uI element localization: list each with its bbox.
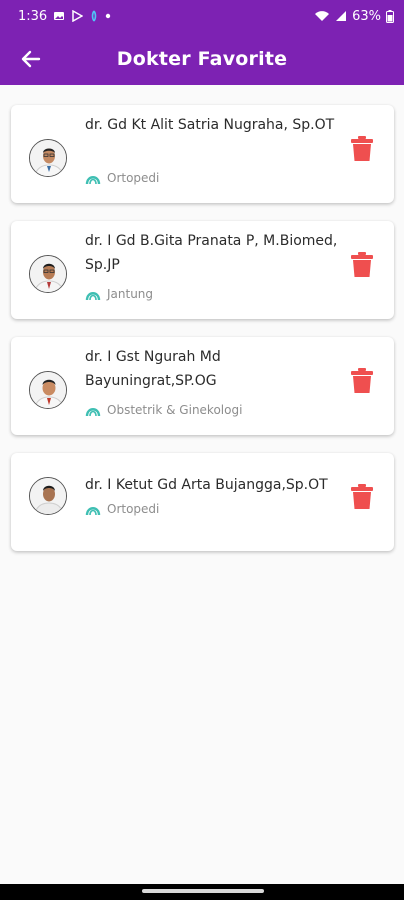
doctor-card[interactable]: dr. I Gst Ngurah Md Bayuningrat,SP.OG Ob… [11, 337, 394, 435]
doctor-specialty: Ortopedi [85, 171, 159, 185]
app-notification-icon [89, 10, 99, 22]
delete-favorite-button[interactable] [348, 483, 376, 511]
more-notifications-dot-icon [105, 13, 111, 19]
specialty-label: Obstetrik & Ginekologi [107, 403, 243, 417]
doctor-avatar [29, 139, 67, 177]
doctor-specialty: Jantung [85, 287, 153, 301]
trash-icon [351, 484, 373, 509]
battery-percent: 63% [352, 8, 381, 24]
delete-favorite-button[interactable] [348, 251, 376, 279]
page-title: Dokter Favorite [116, 47, 288, 70]
stethoscope-icon [85, 292, 101, 301]
arrow-left-icon [21, 50, 41, 68]
stethoscope-icon [85, 408, 101, 417]
gallery-notification-icon [53, 10, 65, 22]
specialty-label: Jantung [107, 287, 154, 301]
delete-favorite-button[interactable] [348, 135, 376, 163]
signal-icon [335, 10, 347, 22]
stethoscope-icon [85, 176, 101, 185]
doctor-specialty: Obstetrik & Ginekologi [85, 403, 242, 417]
doctor-name: dr. Gd Kt Alit Satria Nugraha, Sp.OT [85, 117, 335, 133]
doctor-card[interactable]: dr. Gd Kt Alit Satria Nugraha, Sp.OT Ort… [11, 105, 394, 203]
doctor-avatar [29, 371, 67, 409]
doctor-avatar [29, 255, 67, 293]
doctor-avatar [29, 477, 67, 515]
navigation-bar [0, 884, 404, 900]
status-bar: 1:36 63% [0, 0, 404, 32]
specialty-label: Ortopedi [107, 502, 160, 516]
battery-icon [386, 9, 394, 23]
status-time: 1:36 [18, 8, 48, 24]
stethoscope-icon [85, 507, 101, 516]
back-button[interactable] [16, 44, 46, 74]
wifi-icon [314, 10, 330, 22]
doctor-card[interactable]: dr. I Ketut Gd Arta Bujangga,Sp.OT Ortop… [11, 453, 394, 551]
doctor-specialty: Ortopedi [85, 502, 159, 516]
doctor-name: dr. I Gd B.Gita Pranata P, M.Biomed, Sp.… [85, 233, 338, 273]
home-gesture-handle[interactable] [142, 889, 264, 893]
trash-icon [351, 136, 373, 161]
trash-icon [351, 252, 373, 277]
play-notification-icon [71, 10, 84, 22]
doctor-name: dr. I Ketut Gd Arta Bujangga,Sp.OT [85, 477, 328, 493]
doctor-name: dr. I Gst Ngurah Md Bayuningrat,SP.OG [85, 349, 221, 389]
app-bar: Dokter Favorite [0, 32, 404, 85]
trash-icon [351, 368, 373, 393]
delete-favorite-button[interactable] [348, 367, 376, 395]
doctor-card[interactable]: dr. I Gd B.Gita Pranata P, M.Biomed, Sp.… [11, 221, 394, 319]
specialty-label: Ortopedi [107, 171, 160, 185]
